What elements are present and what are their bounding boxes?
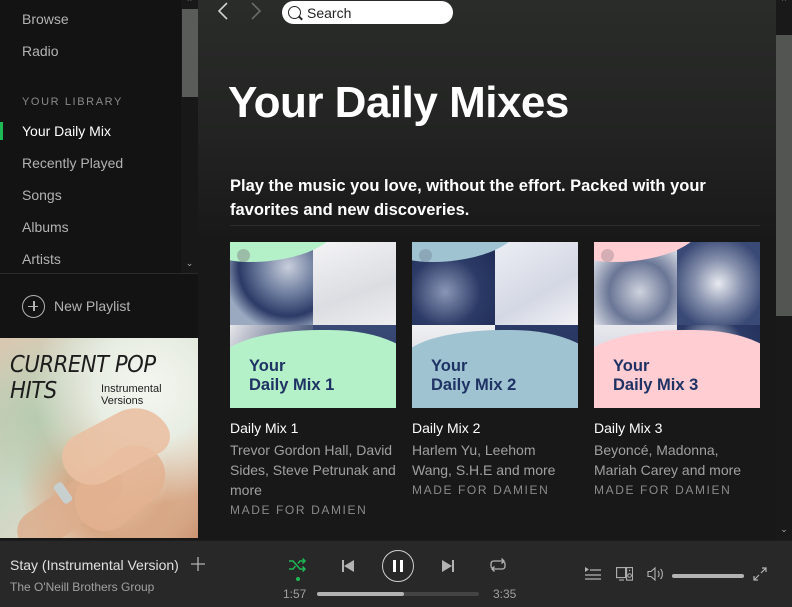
spotify-logo-icon: [237, 249, 250, 262]
total-time: 3:35: [493, 587, 517, 601]
plus-circle-icon: [22, 294, 45, 318]
page-tagline: Play the music you love, without the eff…: [230, 177, 706, 219]
sidebar-divider: [0, 273, 198, 274]
sidebar: Browse Radio YOUR LIBRARY Your Daily Mix…: [0, 0, 198, 338]
daily-mix-card[interactable]: Your Daily Mix 2 Daily Mix 2 Harlem Yu, L…: [412, 242, 578, 497]
volume-icon: [647, 566, 663, 582]
queue-icon: [585, 567, 601, 580]
daily-mix-card[interactable]: Your Daily Mix 3 Daily Mix 3 Beyoncé, Mad…: [594, 242, 760, 497]
search-input[interactable]: [307, 4, 447, 21]
daily-mix-cover[interactable]: Your Daily Mix 2: [412, 242, 578, 408]
sidebar-item-albums[interactable]: Albums: [22, 219, 69, 235]
active-indicator: [0, 122, 3, 140]
spotify-logo-icon: [601, 249, 614, 262]
chevron-left-icon: [217, 2, 228, 20]
search-icon: [288, 6, 301, 19]
sidebar-item-your-daily-mix[interactable]: Your Daily Mix: [22, 123, 111, 139]
main-scroll-thumb[interactable]: [776, 35, 792, 316]
skip-previous-icon: [342, 559, 354, 572]
queue-button[interactable]: [585, 567, 601, 585]
volume-slider[interactable]: [672, 574, 744, 578]
new-playlist-button[interactable]: New Playlist: [22, 294, 130, 318]
mix-artists: Harlem Yu, Leehom Wang, S.H.E and more: [412, 442, 556, 478]
daily-mix-cover[interactable]: Your Daily Mix 1: [230, 242, 396, 408]
scroll-up-icon[interactable]: ⌃: [776, 0, 792, 8]
forward-button[interactable]: [250, 2, 262, 24]
mix-title[interactable]: Daily Mix 1: [230, 420, 396, 436]
devices-button[interactable]: [616, 567, 634, 586]
expand-icon: [753, 567, 767, 581]
next-button[interactable]: [441, 559, 455, 572]
fullscreen-button[interactable]: [753, 567, 767, 586]
sidebar-item-songs[interactable]: Songs: [22, 187, 62, 203]
mix-made-for: MADE FOR DAMIEN: [412, 483, 550, 497]
sidebar-item-radio[interactable]: Radio: [22, 43, 59, 59]
daily-mix-cover[interactable]: Your Daily Mix 3: [594, 242, 760, 408]
back-button[interactable]: [217, 2, 229, 24]
daily-mix-card[interactable]: Your Daily Mix 1 Daily Mix 1 Trevor Gordo…: [230, 242, 396, 517]
library-heading: YOUR LIBRARY: [22, 96, 123, 108]
album-art-subtitle: Instrumental Versions: [101, 383, 162, 407]
cover-text: Your Daily Mix 3: [613, 357, 699, 394]
cover-tile: [495, 242, 578, 325]
progress-bar[interactable]: [317, 592, 479, 596]
mix-artists: Beyoncé, Madonna, Mariah Carey and more: [594, 442, 742, 478]
repeat-icon: [490, 558, 506, 572]
new-playlist-label: New Playlist: [54, 298, 131, 314]
sidebar-item-browse[interactable]: Browse: [22, 11, 69, 27]
section-divider: [230, 225, 760, 226]
now-playing-album-art[interactable]: CURRENT POP HITS Instrumental Versions: [0, 338, 198, 538]
player-bar: Stay (Instrumental Version) The O'Neill …: [0, 540, 792, 607]
sidebar-scroll-thumb[interactable]: [182, 9, 198, 97]
track-title[interactable]: Stay (Instrumental Version): [10, 557, 179, 573]
cover-text: Your Daily Mix 2: [431, 357, 517, 394]
plus-icon: [191, 557, 205, 571]
cover-tile: [677, 242, 760, 325]
mix-title[interactable]: Daily Mix 2: [412, 420, 578, 436]
shuffle-icon: [289, 558, 307, 572]
shuffle-active-indicator: [296, 577, 300, 581]
sidebar-scrollbar[interactable]: ⌃ ⌄: [181, 0, 198, 273]
mix-artists: Trevor Gordon Hall, David Sides, Steve P…: [230, 442, 396, 498]
repeat-button[interactable]: [489, 557, 507, 573]
spotify-logo-icon: [419, 249, 432, 262]
previous-button[interactable]: [341, 559, 355, 572]
chevron-right-icon: [251, 2, 262, 20]
sidebar-item-artists[interactable]: Artists: [22, 251, 61, 267]
progress-fill: [317, 592, 405, 596]
mix-title[interactable]: Daily Mix 3: [594, 420, 760, 436]
scroll-down-icon[interactable]: ⌄: [776, 524, 792, 535]
scroll-up-icon[interactable]: ⌃: [181, 0, 198, 7]
mix-made-for: MADE FOR DAMIEN: [230, 503, 368, 517]
volume-fill: [672, 574, 744, 578]
shuffle-button[interactable]: [289, 557, 307, 573]
sidebar-item-recently-played[interactable]: Recently Played: [22, 155, 123, 171]
mix-made-for: MADE FOR DAMIEN: [594, 483, 732, 497]
add-to-library-button[interactable]: [191, 554, 205, 577]
main-content: Your Daily Mixes Play the music you love…: [198, 0, 792, 540]
scroll-down-icon[interactable]: ⌄: [181, 259, 198, 268]
pause-icon: [393, 560, 403, 572]
page-title: Your Daily Mixes: [228, 78, 569, 127]
cover-tile: [313, 242, 396, 325]
skip-next-icon: [442, 559, 454, 572]
pause-button[interactable]: [382, 550, 414, 582]
cover-text: Your Daily Mix 1: [249, 357, 335, 394]
mute-button[interactable]: [647, 566, 665, 586]
elapsed-time: 1:57: [283, 587, 307, 601]
search-box[interactable]: [282, 1, 453, 24]
track-artist[interactable]: The O'Neill Brothers Group: [10, 580, 154, 594]
main-scrollbar[interactable]: ⌃ ⌄: [776, 0, 792, 540]
devices-icon: [616, 567, 634, 581]
